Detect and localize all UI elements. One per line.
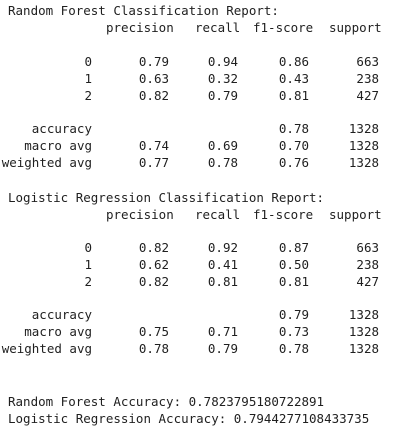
cell-support: 427 <box>356 88 379 103</box>
cell-precision: 0.75 <box>138 324 169 339</box>
cell-f1-score: 0.50 <box>278 257 309 272</box>
class-row-label: 0 <box>84 240 92 255</box>
cell-f1-score: 0.79 <box>278 307 309 322</box>
cell-recall: 0.69 <box>207 138 238 153</box>
cell-support: 1328 <box>348 155 379 170</box>
cell-precision: 0.62 <box>138 257 169 272</box>
report-title: Logistic Regression Classification Repor… <box>8 190 325 205</box>
cell-support: 663 <box>356 54 379 69</box>
cell-precision: 0.78 <box>138 341 169 356</box>
cell-recall: 0.79 <box>207 341 238 356</box>
cell-f1-score: 0.76 <box>278 155 309 170</box>
cell-f1-score: 0.81 <box>278 88 309 103</box>
header-precision: precision <box>106 207 174 222</box>
console-output: Random Forest Classification Report: prec… <box>0 0 417 428</box>
class-row-label: 2 <box>84 88 92 103</box>
cell-support: 238 <box>356 257 379 272</box>
cell-recall: 0.41 <box>207 257 238 272</box>
random-forest-accuracy: Random Forest Accuracy: 0.78237951807228… <box>8 394 325 409</box>
summary-row-label: accuracy <box>31 121 92 136</box>
cell-f1-score: 0.78 <box>278 121 309 136</box>
header-precision: precision <box>106 20 174 35</box>
cell-support: 1328 <box>348 324 379 339</box>
header-recall: recall <box>195 20 241 35</box>
cell-recall: 0.94 <box>207 54 238 69</box>
cell-f1-score: 0.86 <box>278 54 309 69</box>
cell-precision: 0.82 <box>138 240 169 255</box>
summary-row-label: weighted avg <box>1 341 92 356</box>
cell-recall: 0.78 <box>207 155 238 170</box>
class-row-label: 1 <box>84 257 92 272</box>
summary-row-label: weighted avg <box>1 155 92 170</box>
class-row-label: 2 <box>84 274 92 289</box>
header-support: support <box>329 20 382 35</box>
cell-precision: 0.82 <box>138 274 169 289</box>
cell-support: 1328 <box>348 307 379 322</box>
summary-row-label: accuracy <box>31 307 92 322</box>
cell-precision: 0.79 <box>138 54 169 69</box>
cell-support: 1328 <box>348 341 379 356</box>
cell-support: 1328 <box>348 121 379 136</box>
header-f1-score: f1-score <box>253 207 314 222</box>
cell-f1-score: 0.73 <box>278 324 309 339</box>
cell-f1-score: 0.43 <box>278 71 309 86</box>
report-title: Random Forest Classification Report: <box>8 3 279 18</box>
cell-recall: 0.79 <box>207 88 238 103</box>
cell-support: 238 <box>356 71 379 86</box>
cell-recall: 0.92 <box>207 240 238 255</box>
header-support: support <box>329 207 382 222</box>
cell-f1-score: 0.78 <box>278 341 309 356</box>
cell-precision: 0.74 <box>138 138 169 153</box>
cell-f1-score: 0.87 <box>278 240 309 255</box>
summary-row-label: macro avg <box>24 138 92 153</box>
cell-recall: 0.71 <box>207 324 238 339</box>
header-f1-score: f1-score <box>253 20 314 35</box>
cell-precision: 0.77 <box>138 155 169 170</box>
cell-precision: 0.63 <box>138 71 169 86</box>
cell-f1-score: 0.70 <box>278 138 309 153</box>
cell-recall: 0.32 <box>207 71 238 86</box>
cell-support: 1328 <box>348 138 379 153</box>
cell-precision: 0.82 <box>138 88 169 103</box>
class-row-label: 0 <box>84 54 92 69</box>
class-row-label: 1 <box>84 71 92 86</box>
cell-support: 427 <box>356 274 379 289</box>
summary-row-label: macro avg <box>24 324 92 339</box>
logistic-regression-accuracy: Logistic Regression Accuracy: 0.79442771… <box>8 411 370 426</box>
header-recall: recall <box>195 207 241 222</box>
cell-support: 663 <box>356 240 379 255</box>
cell-recall: 0.81 <box>207 274 238 289</box>
cell-f1-score: 0.81 <box>278 274 309 289</box>
